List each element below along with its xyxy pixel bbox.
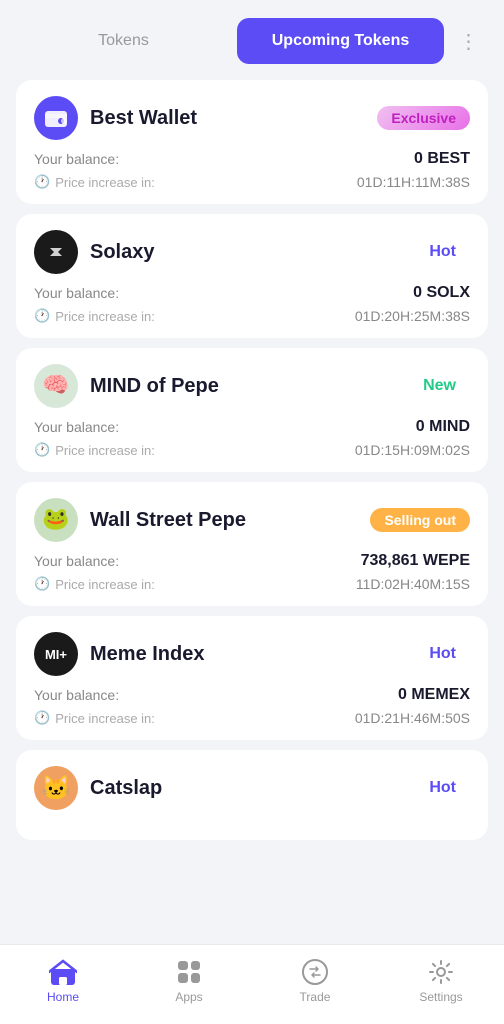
token-badge-solaxy: Hot <box>415 239 470 265</box>
token-icon-mind-of-pepe: 🧠 <box>34 364 78 408</box>
token-name-catslap: Catslap <box>90 777 162 800</box>
token-timer-row-wall-street-pepe: 🕐 Price increase in: 11D:02H:40M:15S <box>34 576 470 592</box>
timer-value-best-wallet: 01D:11H:11M:38S <box>357 174 470 190</box>
tab-bar: Tokens Upcoming Tokens ⋮ <box>0 0 504 76</box>
apps-grid-icon <box>178 961 200 983</box>
nav-label-apps: Apps <box>175 990 202 1004</box>
balance-label-meme-index: Your balance: <box>34 687 119 703</box>
token-name-solaxy: Solaxy <box>90 241 154 264</box>
apps-icon <box>175 958 203 986</box>
token-name-meme-index: Meme Index <box>90 643 204 666</box>
token-card-wall-street-pepe[interactable]: 🐸 Wall Street Pepe Selling out Your bala… <box>16 482 488 606</box>
token-card-catslap[interactable]: 🐱 Catslap Hot <box>16 750 488 840</box>
svg-text:🐸: 🐸 <box>42 506 69 531</box>
token-badge-catslap: Hot <box>415 775 470 801</box>
token-balance-row-meme-index: Your balance: 0 MEMEX <box>34 686 470 704</box>
token-card-solaxy[interactable]: Solaxy Hot Your balance: 0 SOLX 🕐 Price … <box>16 214 488 338</box>
trade-circle-icon <box>302 959 328 985</box>
clock-icon-wall-street-pepe: 🕐 <box>34 576 50 592</box>
home-icon <box>49 958 77 986</box>
bottom-nav: Home Apps Trade <box>0 944 504 1024</box>
token-list: Best Wallet Exclusive Your balance: 0 BE… <box>0 76 504 920</box>
token-badge-wall-street-pepe: Selling out <box>370 508 470 532</box>
balance-label-solaxy: Your balance: <box>34 285 119 301</box>
nav-label-home: Home <box>47 990 79 1004</box>
token-icon-wall-street-pepe: 🐸 <box>34 498 78 542</box>
token-timer-row-best-wallet: 🕐 Price increase in: 01D:11H:11M:38S <box>34 174 470 190</box>
balance-label-mind-of-pepe: Your balance: <box>34 419 119 435</box>
svg-text:🧠: 🧠 <box>42 372 69 397</box>
token-badge-best-wallet: Exclusive <box>377 106 470 130</box>
token-icon-best-wallet <box>34 96 78 140</box>
token-name-best-wallet: Best Wallet <box>90 107 197 130</box>
more-options-button[interactable]: ⋮ <box>454 26 484 56</box>
token-timer-row-meme-index: 🕐 Price increase in: 01D:21H:46M:50S <box>34 710 470 726</box>
tab-tokens[interactable]: Tokens <box>20 18 227 64</box>
balance-value-solaxy: 0 SOLX <box>413 284 470 302</box>
token-balance-row-solaxy: Your balance: 0 SOLX <box>34 284 470 302</box>
token-timer-row-solaxy: 🕐 Price increase in: 01D:20H:25M:38S <box>34 308 470 324</box>
timer-label-solaxy: 🕐 Price increase in: <box>34 308 155 324</box>
token-name-mind-of-pepe: MIND of Pepe <box>90 375 219 398</box>
nav-label-settings: Settings <box>419 990 462 1004</box>
token-name-wall-street-pepe: Wall Street Pepe <box>90 509 246 532</box>
timer-label-wall-street-pepe: 🕐 Price increase in: <box>34 576 155 592</box>
balance-value-wall-street-pepe: 738,861 WEPE <box>361 552 470 570</box>
balance-value-mind-of-pepe: 0 MIND <box>416 418 470 436</box>
trade-icon <box>301 958 329 986</box>
nav-item-settings[interactable]: Settings <box>378 958 504 1004</box>
clock-icon-solaxy: 🕐 <box>34 308 50 324</box>
balance-label-best-wallet: Your balance: <box>34 151 119 167</box>
token-icon-catslap: 🐱 <box>34 766 78 810</box>
timer-label-meme-index: 🕐 Price increase in: <box>34 710 155 726</box>
balance-value-best-wallet: 0 BEST <box>414 150 470 168</box>
token-badge-mind-of-pepe: New <box>409 373 470 399</box>
nav-label-trade: Trade <box>300 990 331 1004</box>
token-balance-row-mind-of-pepe: Your balance: 0 MIND <box>34 418 470 436</box>
token-balance-row-wall-street-pepe: Your balance: 738,861 WEPE <box>34 552 470 570</box>
clock-icon-meme-index: 🕐 <box>34 710 50 726</box>
token-icon-solaxy <box>34 230 78 274</box>
timer-value-solaxy: 01D:20H:25M:38S <box>355 308 470 324</box>
timer-value-meme-index: 01D:21H:46M:50S <box>355 710 470 726</box>
nav-item-trade[interactable]: Trade <box>252 958 378 1004</box>
token-icon-meme-index: MI+ <box>34 632 78 676</box>
timer-label-mind-of-pepe: 🕐 Price increase in: <box>34 442 155 458</box>
token-balance-row-best-wallet: Your balance: 0 BEST <box>34 150 470 168</box>
clock-icon-mind-of-pepe: 🕐 <box>34 442 50 458</box>
clock-icon-best-wallet: 🕐 <box>34 174 50 190</box>
timer-value-mind-of-pepe: 01D:15H:09M:02S <box>355 442 470 458</box>
timer-value-wall-street-pepe: 11D:02H:40M:15S <box>356 576 470 592</box>
tab-upcoming-tokens[interactable]: Upcoming Tokens <box>237 18 444 64</box>
token-card-mind-of-pepe[interactable]: 🧠 MIND of Pepe New Your balance: 0 MIND … <box>16 348 488 472</box>
token-card-best-wallet[interactable]: Best Wallet Exclusive Your balance: 0 BE… <box>16 80 488 204</box>
timer-label-best-wallet: 🕐 Price increase in: <box>34 174 155 190</box>
token-badge-meme-index: Hot <box>415 641 470 667</box>
nav-item-apps[interactable]: Apps <box>126 958 252 1004</box>
token-timer-row-mind-of-pepe: 🕐 Price increase in: 01D:15H:09M:02S <box>34 442 470 458</box>
token-card-meme-index[interactable]: MI+ Meme Index Hot Your balance: 0 MEMEX… <box>16 616 488 740</box>
settings-icon <box>427 958 455 986</box>
nav-item-home[interactable]: Home <box>0 958 126 1004</box>
balance-value-meme-index: 0 MEMEX <box>398 686 470 704</box>
balance-label-wall-street-pepe: Your balance: <box>34 553 119 569</box>
